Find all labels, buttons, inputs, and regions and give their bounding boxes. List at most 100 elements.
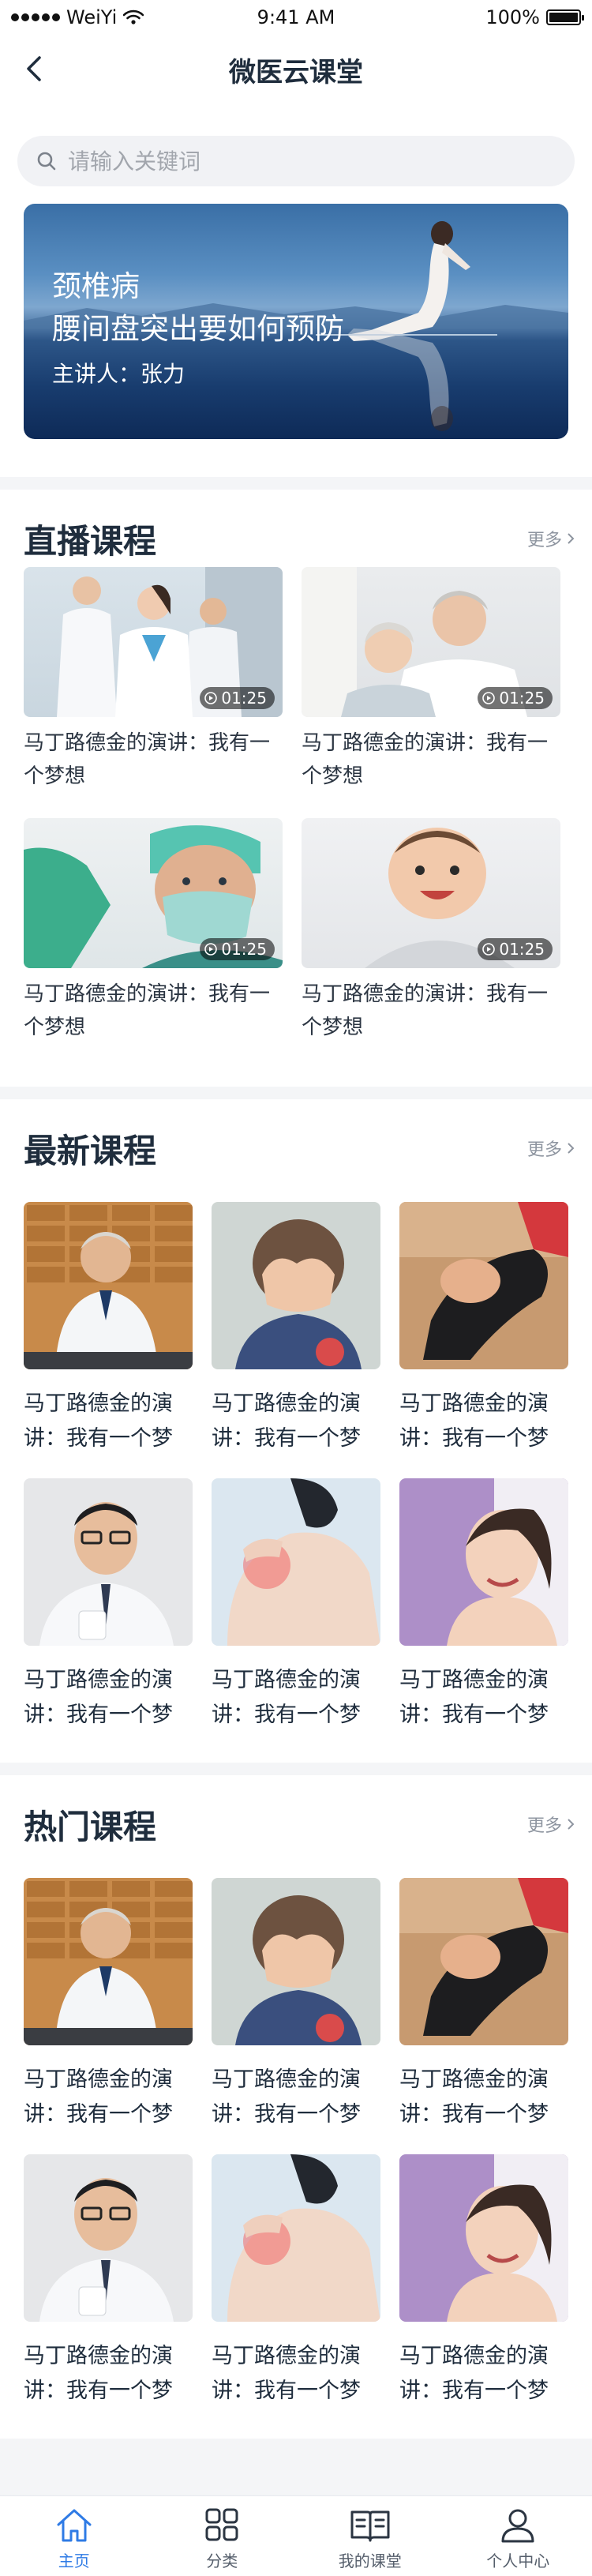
duration-text: 01:25	[499, 689, 545, 708]
tab-home[interactable]: 主页	[0, 2496, 148, 2576]
course-title: 马丁路德金的演 讲：我有一个梦	[24, 1387, 193, 1456]
course-title-line1: 马丁路德金的演	[24, 2344, 173, 2368]
tab-my-class[interactable]: 我的课堂	[296, 2496, 444, 2576]
course-card[interactable]: 马丁路德金的演 讲：我有一个梦	[212, 2154, 380, 2409]
live-course-card[interactable]: 01:25 马丁路德金的演讲：我有一个梦想	[24, 818, 283, 1044]
tab-profile[interactable]: 个人中心	[444, 2496, 592, 2576]
course-card[interactable]: 马丁路德金的演 讲：我有一个梦	[399, 1202, 568, 1456]
course-card[interactable]: 马丁路德金的演 讲：我有一个梦	[24, 1478, 193, 1733]
chevron-right-icon	[568, 1819, 575, 1830]
course-card[interactable]: 马丁路德金的演 讲：我有一个梦	[24, 1202, 193, 1456]
header-area: WeiYi 9:41 AM 100% 微医云课堂 请输入关键词 颈椎病 腰间盘突…	[0, 0, 592, 477]
play-icon	[482, 692, 496, 704]
course-thumbnail: 01:25	[24, 567, 283, 717]
course-title-line2: 讲：我有一个梦	[399, 2379, 549, 2403]
course-card[interactable]: 马丁路德金的演 讲：我有一个梦	[212, 1878, 380, 2132]
course-thumbnail	[24, 2154, 193, 2322]
section-title: 最新课程	[24, 1132, 157, 1170]
course-title-line1: 马丁路德金的演	[212, 1668, 361, 1692]
course-thumbnail	[212, 1202, 380, 1369]
signal-dots-icon	[11, 13, 60, 21]
tab-category[interactable]: 分类	[148, 2496, 297, 2576]
course-card[interactable]: 马丁路德金的演 讲：我有一个梦	[212, 1478, 380, 1733]
live-course-card[interactable]: 01:25 马丁路德金的演讲：我有一个梦想	[302, 567, 560, 793]
duration-text: 01:25	[221, 689, 267, 708]
chevron-right-icon	[568, 533, 575, 544]
course-title: 马丁路德金的演讲：我有一个梦想	[302, 982, 549, 1039]
duration-badge: 01:25	[478, 938, 553, 960]
chevron-right-icon	[568, 1143, 575, 1154]
banner-title-line1: 颈椎病	[52, 269, 140, 303]
course-thumbnail: 01:25	[302, 818, 560, 968]
wifi-icon	[123, 9, 144, 24]
chevron-left-icon	[27, 56, 41, 81]
battery-percent: 100%	[485, 6, 540, 28]
more-link[interactable]: 更多	[527, 1812, 575, 1837]
duration-text: 01:25	[499, 940, 545, 959]
course-card[interactable]: 马丁路德金的演 讲：我有一个梦	[399, 1478, 568, 1733]
course-title-line1: 马丁路德金的演	[24, 1391, 173, 1416]
course-title-line1: 马丁路德金的演	[212, 2067, 361, 2092]
course-thumbnail	[24, 1202, 193, 1369]
course-title-line2: 讲：我有一个梦	[212, 2102, 361, 2127]
course-title: 马丁路德金的演 讲：我有一个梦	[212, 2339, 380, 2409]
course-card[interactable]: 马丁路德金的演 讲：我有一个梦	[399, 2154, 568, 2409]
section-header: 热门课程 更多	[0, 1775, 592, 1862]
course-card[interactable]: 马丁路德金的演 讲：我有一个梦	[212, 1202, 380, 1456]
live-course-card[interactable]: 01:25 马丁路德金的演讲：我有一个梦想	[302, 818, 560, 1044]
more-label: 更多	[526, 1140, 562, 1160]
latest-courses-section: 最新课程 更多 马丁路德金的演 讲：我有一个梦 马丁路德金的演 讲：我有一个梦 马丁路德…	[0, 1099, 592, 1763]
course-title-line2: 讲：我有一个梦	[399, 1426, 549, 1451]
course-title-line1: 马丁路德金的演	[212, 1391, 361, 1416]
course-title-line2: 讲：我有一个梦	[24, 2379, 173, 2403]
course-title: 马丁路德金的演讲：我有一个梦想	[24, 982, 271, 1039]
duration-badge: 01:25	[200, 938, 275, 960]
course-title-line1: 马丁路德金的演	[399, 2344, 549, 2368]
course-title-line1: 马丁路德金的演	[24, 2067, 173, 2092]
course-card[interactable]: 马丁路德金的演 讲：我有一个梦	[24, 2154, 193, 2409]
course-title: 马丁路德金的演 讲：我有一个梦	[24, 2339, 193, 2409]
course-title: 马丁路德金的演 讲：我有一个梦	[399, 2063, 568, 2132]
course-card[interactable]: 马丁路德金的演 讲：我有一个梦	[399, 1878, 568, 2132]
hot-courses-section: 热门课程 更多 马丁路德金的演 讲：我有一个梦 马丁路德金的演 讲：我有一个梦 马丁路德…	[0, 1775, 592, 2439]
search-bar[interactable]	[17, 136, 575, 186]
course-title-line2: 讲：我有一个梦	[24, 2102, 173, 2127]
search-input[interactable]	[68, 148, 541, 175]
course-title: 马丁路德金的演 讲：我有一个梦	[212, 1663, 380, 1733]
course-thumbnail	[399, 1202, 568, 1369]
user-icon	[501, 2509, 534, 2543]
course-title-line2: 讲：我有一个梦	[24, 1703, 173, 1727]
course-thumbnail: 01:25	[24, 818, 283, 968]
course-thumbnail	[212, 2154, 380, 2322]
course-thumbnail	[24, 1478, 193, 1646]
course-title: 马丁路德金的演 讲：我有一个梦	[399, 2339, 568, 2409]
course-title-line2: 讲：我有一个梦	[399, 1703, 549, 1727]
section-title: 热门课程	[24, 1808, 157, 1846]
banner-carousel[interactable]: 颈椎病 腰间盘突出要如何预防 主讲人：张力	[24, 204, 568, 439]
nav-bar: 微医云课堂	[0, 35, 592, 104]
more-link[interactable]: 更多	[527, 526, 575, 551]
banner-title-line2: 腰间盘突出要如何预防	[52, 312, 344, 346]
live-course-card[interactable]: 01:25 马丁路德金的演讲：我有一个梦想	[24, 567, 283, 793]
more-link[interactable]: 更多	[527, 1136, 575, 1161]
course-thumbnail	[212, 1478, 380, 1646]
carrier-label: WeiYi	[66, 6, 118, 28]
course-title-line1: 马丁路德金的演	[399, 1668, 549, 1692]
open-book-icon	[350, 2510, 390, 2542]
course-thumbnail	[24, 1878, 193, 2045]
status-bar: WeiYi 9:41 AM 100%	[0, 0, 592, 35]
duration-text: 01:25	[221, 940, 267, 959]
duration-badge: 01:25	[200, 687, 275, 709]
course-card[interactable]: 马丁路德金的演 讲：我有一个梦	[24, 1878, 193, 2132]
more-label: 更多	[526, 531, 562, 550]
course-title: 马丁路德金的演 讲：我有一个梦	[212, 2063, 380, 2132]
course-title-line2: 讲：我有一个梦	[212, 1426, 361, 1451]
status-time: 9:41 AM	[257, 6, 335, 28]
category-grid-icon	[205, 2508, 238, 2541]
tab-label: 个人中心	[486, 2552, 550, 2570]
course-title-line1: 马丁路德金的演	[212, 2344, 361, 2368]
duration-badge: 01:25	[478, 687, 553, 709]
back-button[interactable]	[14, 49, 54, 88]
course-title-line1: 马丁路德金的演	[399, 2067, 549, 2092]
more-label: 更多	[526, 1816, 562, 1836]
